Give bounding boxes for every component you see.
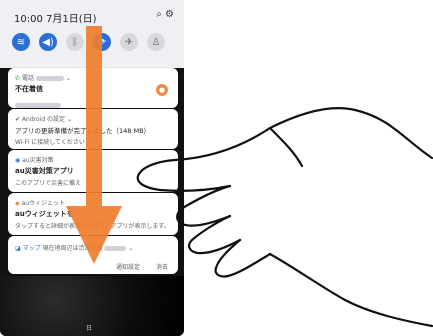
phone-app-name: 電話 [21, 75, 34, 82]
flashlight-icon: ♙ [151, 36, 161, 48]
redacted-number [15, 103, 61, 108]
redacted-text [35, 76, 64, 81]
map-icon: ◪ [15, 245, 21, 252]
wifi-icon: ≋ [16, 36, 26, 48]
hand-gesture-icon [136, 107, 433, 328]
search-icon[interactable]: ⌕ [156, 9, 162, 20]
phone-notification-title: 不在着信 [15, 85, 43, 93]
flashlight-toggle[interactable]: ♙ [147, 33, 165, 51]
au-saigai-app-name: au災害対策 [22, 157, 54, 164]
status-icons: ⌕ ⚙ [156, 9, 174, 20]
gear-icon[interactable]: ⚙ [165, 9, 174, 20]
au-widget-app-name: auウィジェット [21, 200, 66, 207]
sound-icon: ◀) [42, 36, 54, 48]
au-icon: ◉ [15, 157, 21, 164]
status-date: 7月1日(日) [46, 14, 97, 25]
sound-toggle[interactable]: ◀) [39, 33, 57, 51]
map-app-name: マップ [22, 245, 41, 252]
airplane-icon: ✈ [124, 36, 134, 48]
phone-icon: ✆ [15, 75, 21, 82]
android-app-name: Android の設定 [21, 116, 66, 123]
android-settings-icon: ✔ [15, 116, 21, 123]
swipe-down-arrow-icon [66, 26, 122, 264]
home-screen-label: 日 [86, 325, 93, 332]
status-time: 10:00 [14, 14, 43, 25]
wifi-toggle[interactable]: ≋ [12, 33, 30, 51]
status-time-date: 10:00 7月1日(日) [14, 10, 97, 25]
widget-icon: ◆ [15, 200, 20, 207]
